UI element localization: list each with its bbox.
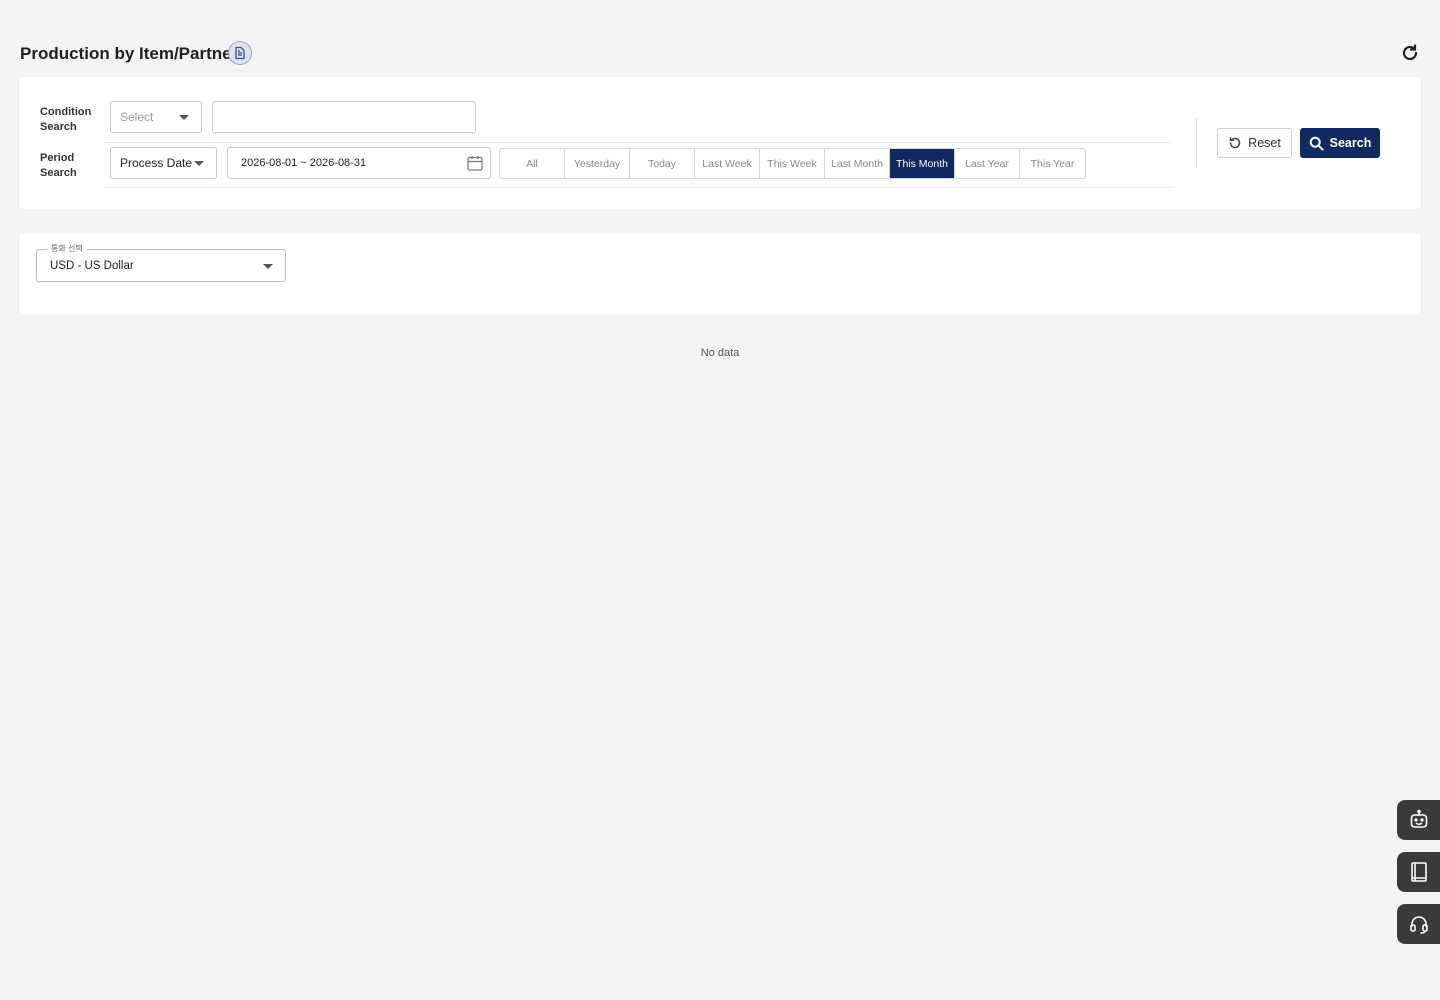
search-button-label: Search <box>1329 136 1372 150</box>
currency-select-value: USD - US Dollar <box>50 259 134 272</box>
date-range-value: 2026-08-01 ~ 2026-08-31 <box>241 157 367 169</box>
search-button[interactable]: Search <box>1300 128 1380 158</box>
refresh-icon[interactable] <box>1400 43 1420 63</box>
support-button[interactable] <box>1397 904 1440 944</box>
book-icon <box>1410 862 1427 882</box>
condition-select[interactable]: Select <box>110 101 202 133</box>
chevron-down-icon <box>194 161 204 166</box>
period-this-month-button[interactable]: This Month <box>890 149 955 178</box>
currency-select[interactable]: 통화 선택 USD - US Dollar <box>36 243 286 282</box>
period-all-button[interactable]: All <box>500 149 565 178</box>
action-divider <box>1196 118 1197 168</box>
robot-icon <box>1410 809 1427 828</box>
reset-button[interactable]: Reset <box>1217 128 1292 158</box>
calendar-icon[interactable] <box>466 154 484 172</box>
row-divider <box>104 187 1174 188</box>
chatbot-button[interactable] <box>1397 800 1440 840</box>
currency-select-label: 통화 선택 <box>47 243 87 254</box>
page-header: Production by Item/Partner <box>20 38 1420 68</box>
filter-panel: Condition Search Select Period Search Pr… <box>20 77 1420 209</box>
period-today-button[interactable]: Today <box>630 149 695 178</box>
period-search-label: Period Search <box>40 152 77 179</box>
condition-search-input[interactable] <box>212 101 476 133</box>
condition-select-value: Select <box>120 110 154 124</box>
row-divider <box>104 142 1174 143</box>
reset-icon <box>1229 137 1241 149</box>
manual-button[interactable] <box>1397 852 1440 892</box>
document-icon[interactable] <box>228 41 252 65</box>
period-last-month-button[interactable]: Last Month <box>825 149 890 178</box>
period-quick-select: All Yesterday Today Last Week This Week … <box>499 148 1086 179</box>
period-type-select[interactable]: Process Date <box>110 147 217 179</box>
period-this-year-button[interactable]: This Year <box>1020 149 1085 178</box>
condition-search-label: Condition Search <box>40 106 92 133</box>
period-yesterday-button[interactable]: Yesterday <box>565 149 630 178</box>
empty-state-text: No data <box>700 347 740 359</box>
headset-icon <box>1409 916 1428 934</box>
reset-button-label: Reset <box>1248 136 1281 150</box>
currency-panel: 통화 선택 USD - US Dollar <box>20 233 1420 314</box>
period-last-year-button[interactable]: Last Year <box>955 149 1020 178</box>
period-last-week-button[interactable]: Last Week <box>695 149 760 178</box>
period-type-value: Process Date <box>120 156 193 170</box>
chevron-down-icon <box>263 264 273 269</box>
period-this-week-button[interactable]: This Week <box>760 149 825 178</box>
page-title: Production by Item/Partner <box>20 44 239 63</box>
search-icon <box>1309 136 1324 151</box>
chevron-down-icon <box>179 115 189 120</box>
date-range-picker[interactable]: 2026-08-01 ~ 2026-08-31 <box>227 147 491 179</box>
